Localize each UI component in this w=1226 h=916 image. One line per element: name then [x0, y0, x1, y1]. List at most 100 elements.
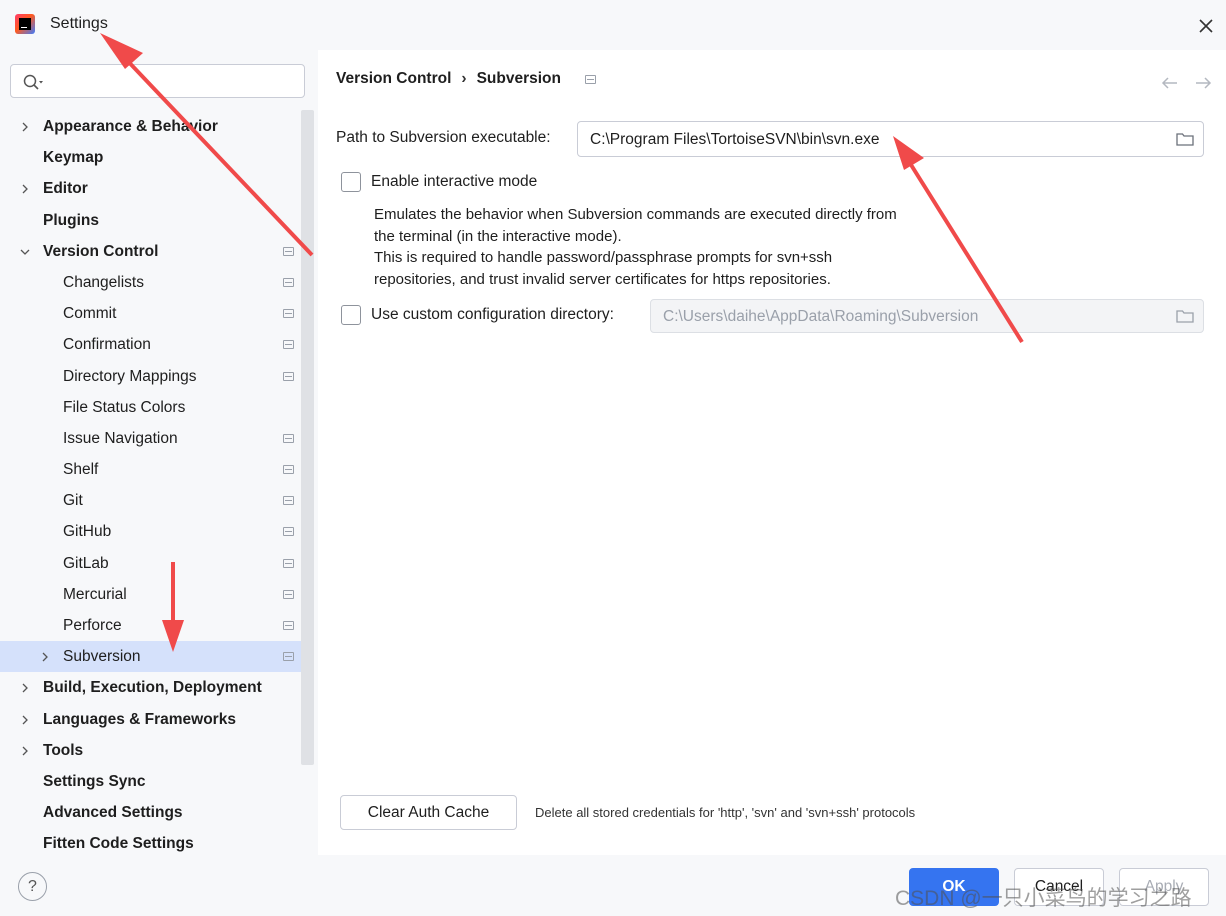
tree-item-label: Keymap [43, 149, 104, 167]
tree-item-label: Advanced Settings [43, 804, 183, 822]
tree-item-appearance-behavior[interactable]: Appearance & Behavior [0, 111, 314, 142]
project-level-icon [283, 652, 294, 662]
project-level-icon [283, 527, 294, 537]
tree-item-label: Subversion [63, 648, 141, 666]
folder-icon[interactable] [1175, 130, 1195, 148]
tree-item-build-execution-deployment[interactable]: Build, Execution, Deployment [0, 672, 314, 703]
settings-tree: Appearance & Behavior Keymap Editor Plug… [0, 111, 314, 860]
tree-item-label: Directory Mappings [63, 367, 197, 385]
tree-item-perforce[interactable]: Perforce [0, 610, 314, 641]
tree-item-label: Changelists [63, 273, 144, 291]
project-level-icon [283, 558, 294, 568]
tree-item-editor[interactable]: Editor [0, 173, 314, 204]
forward-arrow-icon[interactable] [1192, 72, 1214, 94]
tree-item-shelf[interactable]: Shelf [0, 454, 314, 485]
breadcrumb-current: Subversion [476, 70, 561, 87]
tree-item-label: Appearance & Behavior [43, 118, 218, 135]
tree-item-git[interactable]: Git [0, 485, 314, 516]
tree-item-mercurial[interactable]: Mercurial [0, 579, 314, 610]
description-line: Emulates the behavior when Subversion co… [374, 206, 897, 223]
tree-item-label: Confirmation [63, 336, 151, 354]
tree-item-version-control[interactable]: Version Control [0, 236, 314, 267]
custom-config-path-input[interactable] [661, 306, 1151, 328]
clear-cache-hint: Delete all stored credentials for 'http'… [535, 805, 916, 820]
custom-config-label[interactable]: Use custom configuration directory: [371, 306, 614, 324]
tree-item-issue-navigation[interactable]: Issue Navigation [0, 423, 314, 454]
tree-item-advanced-settings[interactable]: Advanced Settings [0, 797, 314, 828]
window-title: Settings [50, 15, 108, 32]
sidebar-scrollbar[interactable] [301, 110, 314, 765]
tree-item-file-status-colors[interactable]: File Status Colors [0, 392, 314, 423]
tree-item-label: Mercurial [63, 585, 127, 603]
tree-item-label: GitHub [63, 523, 112, 541]
search-input[interactable] [51, 71, 291, 91]
help-button[interactable]: ? [18, 872, 47, 901]
project-level-icon [283, 371, 294, 381]
close-icon [1199, 19, 1213, 33]
custom-config-checkbox[interactable] [341, 305, 361, 325]
tree-item-directory-mappings[interactable]: Directory Mappings [0, 361, 314, 392]
chevron-right-icon[interactable] [40, 651, 50, 663]
project-level-icon [283, 309, 294, 319]
tree-item-label: Settings Sync [43, 772, 146, 790]
tree-item-tools[interactable]: Tools [0, 735, 314, 766]
tree-item-label: Version Control [43, 242, 159, 260]
intellij-app-icon [15, 14, 35, 34]
search-icon [23, 74, 43, 90]
tree-item-keymap[interactable]: Keymap [0, 142, 314, 173]
chevron-right-icon[interactable] [20, 183, 30, 195]
project-level-icon [283, 277, 294, 287]
chevron-right-icon[interactable] [20, 714, 30, 726]
tree-item-label: Tools [43, 741, 84, 759]
breadcrumb-separator: › [461, 70, 467, 87]
back-arrow-icon[interactable] [1159, 72, 1181, 94]
breadcrumb: Version Control › Subversion [336, 70, 561, 88]
tree-item-confirmation[interactable]: Confirmation [0, 329, 314, 360]
chevron-right-icon[interactable] [20, 745, 30, 757]
settings-sidebar: Appearance & Behavior Keymap Editor Plug… [0, 50, 318, 855]
project-level-icon [283, 496, 294, 506]
chevron-right-icon[interactable] [20, 121, 30, 133]
tree-item-languages-frameworks[interactable]: Languages & Frameworks [0, 704, 314, 735]
project-level-icon [283, 621, 294, 630]
tree-item-label: Issue Navigation [63, 429, 178, 447]
path-label: Path to Subversion executable: [336, 129, 551, 146]
tree-item-subversion[interactable]: Subversion [0, 641, 314, 673]
title-bar: Settings [0, 0, 1226, 50]
project-level-icon [283, 465, 294, 475]
tree-item-label: Commit [63, 305, 117, 323]
tree-item-plugins[interactable]: Plugins [0, 205, 314, 236]
project-level-icon [283, 340, 294, 350]
description-line: This is required to handle password/pass… [374, 249, 833, 266]
interactive-mode-checkbox[interactable] [341, 172, 361, 192]
tree-item-label: File Status Colors [63, 398, 186, 416]
project-level-icon [283, 589, 294, 599]
interactive-mode-label[interactable]: Enable interactive mode [371, 173, 537, 191]
tree-item-settings-sync[interactable]: Settings Sync [0, 766, 314, 797]
chevron-down-icon[interactable] [20, 246, 30, 258]
tree-item-commit[interactable]: Commit [0, 298, 314, 329]
project-level-icon [283, 433, 294, 443]
svn-path-input[interactable] [588, 129, 1148, 151]
tree-item-changelists[interactable]: Changelists [0, 267, 314, 298]
description-line: repositories, and trust invalid server c… [374, 270, 831, 288]
project-level-icon [585, 75, 596, 84]
breadcrumb-parent[interactable]: Version Control [336, 70, 451, 88]
close-button[interactable] [1192, 12, 1220, 40]
tree-item-label: Plugins [43, 211, 99, 229]
folder-icon[interactable] [1175, 307, 1195, 325]
tree-item-label: Perforce [63, 617, 122, 634]
tree-item-label: Languages & Frameworks [43, 710, 236, 728]
tree-item-gitlab[interactable]: GitLab [0, 548, 314, 579]
tree-item-label: Editor [43, 180, 88, 198]
search-box[interactable] [10, 64, 305, 98]
description-line: the terminal (in the interactive mode). [374, 227, 622, 245]
chevron-right-icon[interactable] [20, 682, 30, 694]
interactive-mode-description: Emulates the behavior when Subversion co… [374, 204, 897, 290]
tree-item-github[interactable]: GitHub [0, 516, 314, 547]
clear-auth-cache-button[interactable]: Clear Auth Cache [340, 795, 517, 830]
csdn-watermark: CSDN @一只小菜鸟的学习之路 [895, 887, 1192, 910]
custom-config-path-field[interactable] [650, 299, 1204, 333]
svn-path-field[interactable] [577, 121, 1204, 157]
tree-item-label: Shelf [63, 461, 99, 479]
